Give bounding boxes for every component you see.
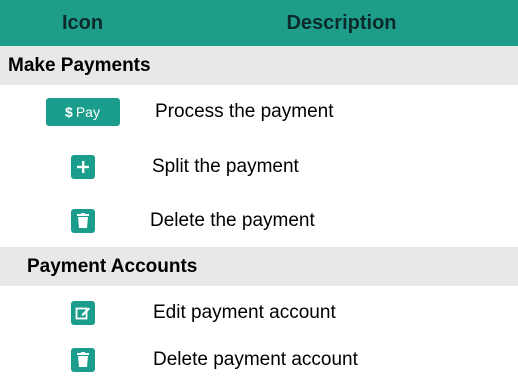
trash-icon[interactable] — [70, 348, 95, 372]
table-row: Delete payment account — [0, 333, 518, 387]
section-make-payments: Make Payments — [0, 46, 518, 85]
trash-icon[interactable] — [70, 209, 95, 233]
plus-icon[interactable] — [70, 155, 95, 179]
description-column-header: Description — [286, 11, 397, 34]
row-description: Process the payment — [155, 101, 334, 122]
table-row: $ Pay Process the payment — [0, 85, 518, 139]
edit-icon[interactable] — [70, 301, 95, 325]
row-description: Split the payment — [152, 156, 299, 177]
pay-button[interactable]: $ Pay — [45, 98, 120, 126]
table-header: Icon Description — [0, 0, 518, 46]
icon-column-header: Icon — [61, 11, 104, 34]
row-description: Delete payment account — [153, 349, 358, 370]
section-payment-accounts: Payment Accounts — [0, 247, 518, 286]
table-row: Delete the payment — [0, 194, 518, 248]
dollar-icon: $ — [65, 104, 73, 120]
table-row: Split the payment — [0, 140, 518, 194]
row-description: Edit payment account — [153, 302, 336, 323]
table-row: Edit payment account — [0, 286, 518, 340]
icon-legend-table: Icon Description Make Payments $ Pay Pro… — [0, 0, 518, 387]
pay-button-label: Pay — [75, 104, 100, 120]
row-description: Delete the payment — [150, 210, 315, 231]
